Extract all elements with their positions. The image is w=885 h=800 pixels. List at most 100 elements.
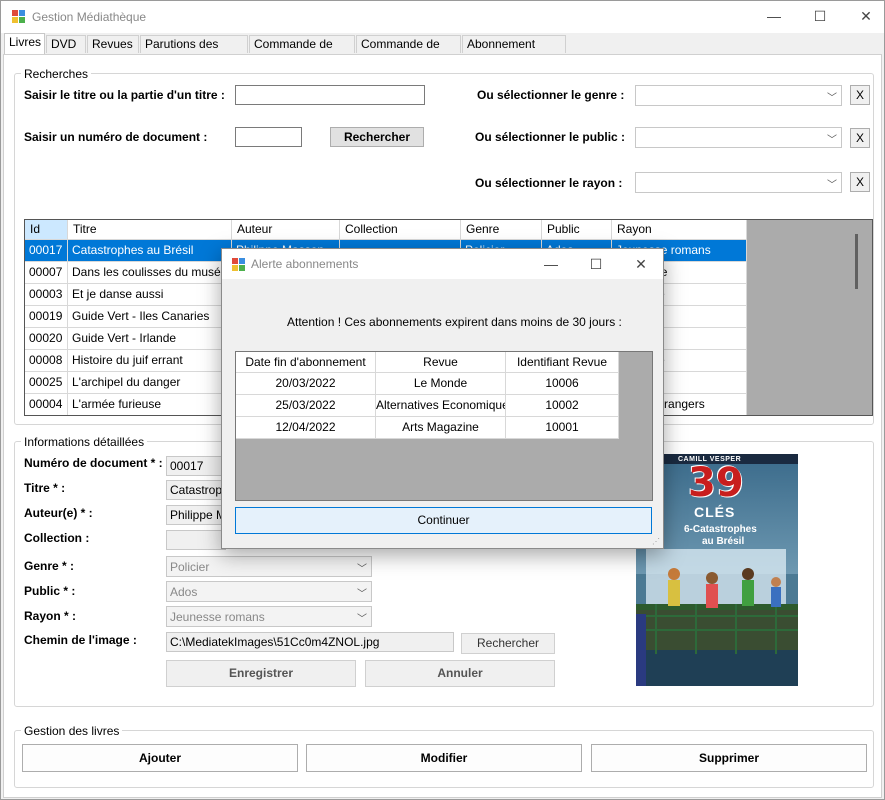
doc-number-label: Saisir un numéro de document :	[24, 130, 208, 144]
public-select[interactable]: Ados ﹀	[166, 581, 372, 602]
cover-brand: CLÉS	[694, 504, 736, 520]
titre-field[interactable]: Catastrophe	[166, 480, 226, 500]
table-cell[interactable]: 10002	[506, 395, 619, 417]
dialog-maximize-button[interactable]: ☐	[573, 249, 619, 279]
clear-public-button[interactable]: X	[850, 128, 870, 148]
image-path-field[interactable]: C:\MediatekImages\51Cc0m4ZNOL.jpg	[166, 632, 454, 652]
table-cell[interactable]: Catastrophes au Brésil	[68, 240, 232, 262]
doc-number-input[interactable]	[235, 127, 302, 147]
chevron-down-icon: ﹀	[357, 614, 367, 625]
table-cell[interactable]: Alternatives Economiques	[376, 395, 506, 417]
details-group-label: Informations détaillées	[21, 435, 148, 449]
table-cell[interactable]: 00025	[25, 372, 68, 394]
genre-filter-select[interactable]: ﹀	[635, 85, 842, 106]
delete-button[interactable]: Supprimer	[591, 744, 867, 772]
chevron-down-icon: ﹀	[357, 564, 367, 575]
title-search-input[interactable]	[235, 85, 425, 105]
column-header-collection[interactable]: Collection	[340, 220, 461, 240]
tab-abonnement-revue[interactable]: Abonnement Revue	[462, 35, 566, 68]
table-cell[interactable]: 00020	[25, 328, 68, 350]
table-cell[interactable]: 25/03/2022	[236, 395, 376, 417]
column-header-date-fin[interactable]: Date fin d'abonnement	[236, 352, 376, 373]
table-cell[interactable]: Arts Magazine	[376, 417, 506, 439]
grid-scrollbar[interactable]	[855, 234, 858, 289]
rayon-filter-label: Ou sélectionner le rayon :	[475, 176, 623, 190]
column-header-auteur[interactable]: Auteur	[232, 220, 340, 240]
public-filter-select[interactable]: ﹀	[635, 127, 842, 148]
table-cell[interactable]: 00004	[25, 394, 68, 415]
chevron-down-icon: ﹀	[357, 589, 367, 600]
column-header-public[interactable]: Public	[542, 220, 612, 240]
genre-select[interactable]: Policier ﹀	[166, 556, 372, 577]
dialog-app-icon	[232, 258, 246, 272]
table-cell[interactable]: L'armée furieuse	[68, 394, 232, 415]
cover-subtitle-2: au Brésil	[702, 536, 745, 547]
collection-field[interactable]	[166, 530, 226, 550]
table-cell[interactable]: 00003	[25, 284, 68, 306]
table-cell[interactable]: 00008	[25, 350, 68, 372]
dialog-title-bar: Alerte abonnements — ☐ ✕	[222, 249, 663, 279]
search-button[interactable]: Rechercher	[330, 127, 424, 147]
tab-revues[interactable]: Revues	[87, 35, 139, 53]
auteur-label: Auteur(e) * :	[24, 506, 93, 520]
clear-rayon-button[interactable]: X	[850, 172, 870, 192]
column-header-titre[interactable]: Titre	[68, 220, 232, 240]
tab-commande-dvd[interactable]: Commande de DVD	[356, 35, 461, 68]
cover-publisher: BAYARD	[632, 619, 638, 644]
table-cell[interactable]: L'archipel du danger	[68, 372, 232, 394]
rayon-select-value: Jeunesse romans	[170, 610, 265, 624]
table-cell[interactable]: 12/04/2022	[236, 417, 376, 439]
add-button[interactable]: Ajouter	[22, 744, 298, 772]
genre-label: Genre * :	[24, 559, 75, 573]
close-button[interactable]: ✕	[843, 1, 885, 31]
manage-group-label: Gestion des livres	[21, 724, 123, 738]
subscriptions-grid[interactable]: Date fin d'abonnement Revue Identifiant …	[235, 351, 653, 501]
search-group-label: Recherches	[21, 67, 92, 81]
table-cell[interactable]: 10006	[506, 373, 619, 395]
dialog-close-button[interactable]: ✕	[618, 249, 664, 279]
maximize-button[interactable]: ☐	[797, 1, 843, 31]
clear-genre-button[interactable]: X	[850, 85, 870, 105]
auteur-field[interactable]: Philippe Ma	[166, 505, 226, 525]
titre-label: Titre * :	[24, 481, 66, 495]
table-cell[interactable]: 10001	[506, 417, 619, 439]
table-cell[interactable]: Et je danse aussi	[68, 284, 232, 306]
column-header-genre[interactable]: Genre	[461, 220, 542, 240]
table-cell[interactable]: Dans les coulisses du musée	[68, 262, 232, 284]
table-cell[interactable]: Guide Vert - Irlande	[68, 328, 232, 350]
edit-button[interactable]: Modifier	[306, 744, 582, 772]
column-header-revue[interactable]: Revue	[376, 352, 506, 373]
column-header-rayon[interactable]: Rayon	[612, 220, 747, 240]
tab-dvd[interactable]: DVD	[46, 35, 86, 53]
image-browse-button[interactable]: Rechercher	[461, 633, 555, 654]
cancel-button[interactable]: Annuler	[365, 660, 555, 687]
rayon-select[interactable]: Jeunesse romans ﹀	[166, 606, 372, 627]
public-label: Public * :	[24, 584, 76, 598]
table-cell[interactable]: 00017	[25, 240, 68, 262]
column-header-id[interactable]: Id	[25, 220, 68, 240]
dialog-minimize-button[interactable]: —	[528, 249, 574, 279]
table-cell[interactable]: 00019	[25, 306, 68, 328]
tab-commande-livres[interactable]: Commande de livres	[249, 35, 355, 68]
column-header-id-revue[interactable]: Identifiant Revue	[506, 352, 619, 373]
table-cell[interactable]: 00007	[25, 262, 68, 284]
title-bar: Gestion Médiathèque — ☐ ✕	[1, 1, 884, 33]
tab-parutions[interactable]: Parutions des revues	[140, 35, 248, 68]
doc-num-field[interactable]: 00017	[166, 456, 226, 476]
table-cell[interactable]: Histoire du juif errant	[68, 350, 232, 372]
table-cell[interactable]: Le Monde	[376, 373, 506, 395]
resize-grip-icon[interactable]: ⋰	[652, 537, 660, 546]
title-search-label: Saisir le titre ou la partie d'un titre …	[24, 88, 225, 102]
save-button[interactable]: Enregistrer	[166, 660, 356, 687]
rayon-filter-select[interactable]: ﹀	[635, 172, 842, 193]
minimize-button[interactable]: —	[751, 1, 797, 31]
table-cell[interactable]: Guide Vert - Iles Canaries	[68, 306, 232, 328]
dialog-message: Attention ! Ces abonnements expirent dan…	[287, 315, 622, 329]
public-select-value: Ados	[170, 585, 198, 599]
tab-livres[interactable]: Livres	[4, 33, 45, 55]
table-cell[interactable]: 20/03/2022	[236, 373, 376, 395]
doc-num-label: Numéro de document * :	[24, 456, 163, 470]
continue-button[interactable]: Continuer	[235, 507, 652, 534]
chevron-down-icon: ﹀	[827, 135, 837, 146]
app-icon	[12, 10, 26, 24]
